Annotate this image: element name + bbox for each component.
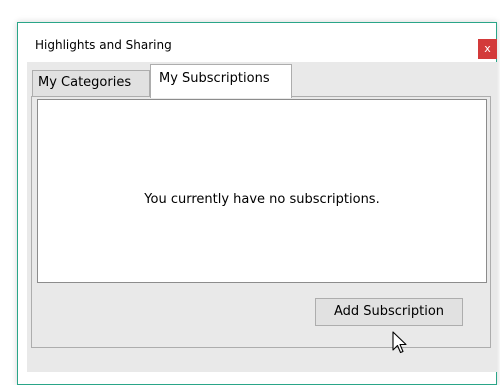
tab-my-subscriptions[interactable]: My Subscriptions [150, 64, 292, 98]
tab-panel: You currently have no subscriptions. Add… [31, 96, 491, 348]
mouse-pointer-icon [392, 331, 407, 354]
dialog-window: Highlights and Sharing x My Categories M… [17, 22, 497, 385]
title-bar: Highlights and Sharing x [18, 23, 497, 59]
subscriptions-list: You currently have no subscriptions. [37, 99, 487, 283]
dialog-body: My Categories My Subscriptions You curre… [27, 62, 497, 372]
add-subscription-button[interactable]: Add Subscription [315, 298, 463, 326]
window-title: Highlights and Sharing [35, 38, 172, 52]
tab-my-categories[interactable]: My Categories [32, 70, 150, 96]
empty-state-message: You currently have no subscriptions. [144, 192, 380, 207]
close-button[interactable]: x [478, 39, 497, 59]
close-icon: x [484, 42, 491, 55]
